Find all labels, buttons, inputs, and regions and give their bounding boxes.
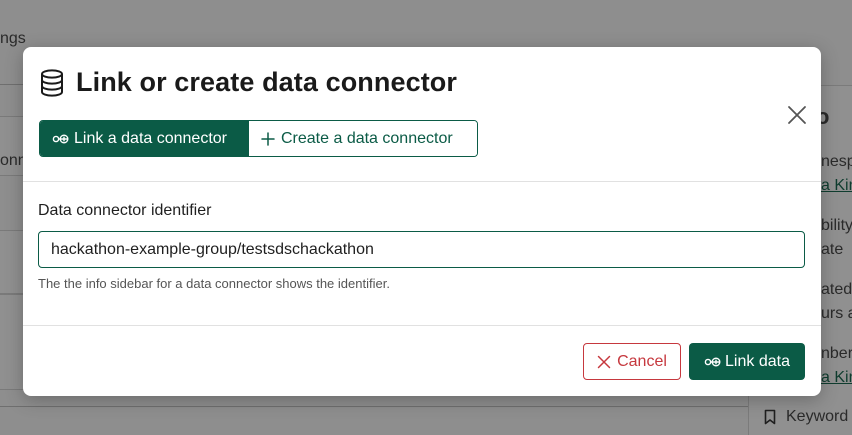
connector-identifier-input[interactable] <box>38 231 805 268</box>
bg-card <box>0 230 24 294</box>
close-icon <box>788 106 806 124</box>
x-icon <box>597 355 611 368</box>
bg-visibility-label: bility: <box>821 217 852 234</box>
connector-identifier-help: The the info sidebar for a data connecto… <box>38 276 390 291</box>
link-icon <box>52 134 69 143</box>
connector-identifier-label: Data connector identifier <box>38 202 212 219</box>
close-button[interactable] <box>785 103 809 127</box>
link-data-connector-modal: Link or create data connector Link a dat… <box>23 47 821 396</box>
database-icon <box>41 68 63 97</box>
bg-created-value: urs a <box>821 305 852 322</box>
modal-header: Link or create data connector Link a dat… <box>23 47 821 181</box>
modal-title: Link or create data connector <box>76 67 458 97</box>
link-data-button[interactable]: Link data <box>689 343 805 380</box>
bg-card <box>0 294 24 390</box>
mode-toggle-group: Link a data connector Create a data conn… <box>39 120 478 157</box>
bg-divider <box>0 406 748 407</box>
bg-namespace-label: nespa <box>821 153 852 170</box>
link-icon <box>704 357 721 366</box>
header-divider <box>23 181 821 182</box>
bg-visibility-value: ate <box>821 241 844 258</box>
tab-link-label: Link a data connector <box>74 129 227 147</box>
cancel-label: Cancel <box>617 352 667 370</box>
bg-members-label: nbers <box>821 345 852 362</box>
modal-title-row: Link or create data connector <box>39 67 457 98</box>
tab-create-data-connector[interactable]: Create a data connector <box>248 121 477 156</box>
tab-link-data-connector[interactable]: Link a data connector <box>40 121 248 156</box>
footer-divider <box>23 325 821 326</box>
bg-divider <box>0 84 24 85</box>
tab-create-label: Create a data connector <box>281 129 453 147</box>
link-data-label: Link data <box>725 352 790 370</box>
plus-icon <box>261 131 275 146</box>
bg-members-link: a Kin <box>821 369 852 386</box>
cancel-button[interactable]: Cancel <box>583 343 681 380</box>
bg-created-label: ated: <box>821 281 852 298</box>
bookmark-icon <box>764 409 776 425</box>
bg-namespace-link: a Kin <box>821 177 852 194</box>
bg-keywords-label: Keyword <box>786 408 849 425</box>
bg-keywords: Keyword <box>764 408 848 426</box>
settings-tab-fragment: ngs <box>0 30 26 47</box>
